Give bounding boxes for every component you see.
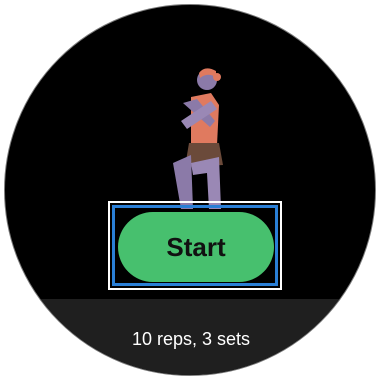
watch-face: 10 reps, 3 sets xyxy=(4,4,376,376)
screen: 10 reps, 3 sets Start xyxy=(0,0,379,380)
start-button[interactable]: Start xyxy=(118,212,274,282)
reps-sets-label: 10 reps, 3 sets xyxy=(131,329,251,349)
